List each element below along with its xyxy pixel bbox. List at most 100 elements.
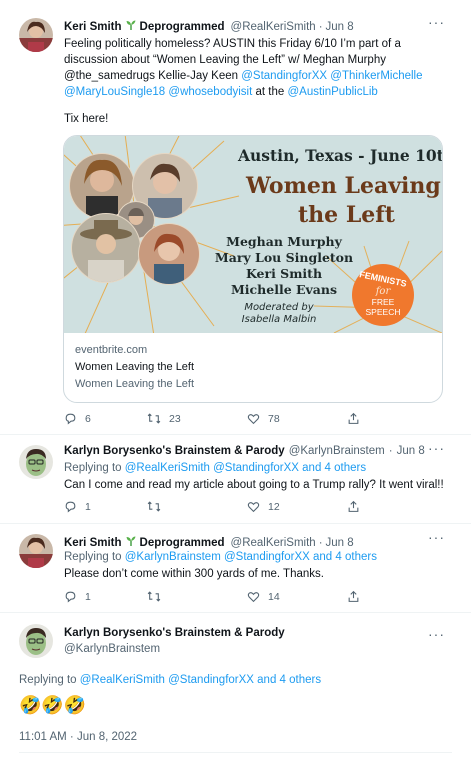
avatar[interactable] xyxy=(19,534,53,568)
like-icon xyxy=(247,414,260,425)
author-name[interactable]: Keri Smith xyxy=(64,537,122,549)
speaker-name: Meghan Murphy xyxy=(226,234,342,249)
link-card[interactable]: Austin, Texas - June 10th Women Leaving … xyxy=(63,135,443,403)
more-icon[interactable]: ··· xyxy=(428,529,445,545)
reply-count: 6 xyxy=(85,412,91,425)
banner-moderated: Moderated by Isabella Malbin xyxy=(204,302,354,326)
replying-to-link[interactable]: @RealKeriSmith @StandingforXX and 4 othe… xyxy=(80,674,321,686)
replying-to: Replying to @RealKeriSmith @StandingforX… xyxy=(19,672,321,688)
tweet-divider xyxy=(19,752,452,753)
reply-button[interactable]: 1 xyxy=(64,590,139,603)
replying-prefix: Replying to xyxy=(64,462,122,474)
tweet-text: Please don’t come within 300 yards of me… xyxy=(64,568,324,580)
mention-link[interactable]: @ThinkerMichelle xyxy=(330,70,422,82)
replying-prefix: Replying to xyxy=(64,551,122,563)
replying-to: Replying to @RealKeriSmith @StandingforX… xyxy=(64,460,366,476)
moderator-name: Isabella Malbin xyxy=(241,314,317,325)
dot-separator: · xyxy=(388,445,393,457)
share-icon xyxy=(348,590,359,602)
replying-to: Replying to @KarlynBrainstem @Standingfo… xyxy=(64,549,377,565)
retweet-button[interactable]: 23 xyxy=(147,412,247,425)
more-icon[interactable]: ··· xyxy=(428,14,445,30)
mention-link[interactable]: @MaryLouSingle18 xyxy=(64,86,165,98)
banner-location: Austin, Texas - June 10th xyxy=(238,146,442,165)
like-button[interactable]: 78 xyxy=(247,412,347,425)
like-button[interactable]: 12 xyxy=(247,500,347,513)
moderated-by-label: Moderated by xyxy=(244,302,314,313)
mention-link[interactable]: @StandingforXX xyxy=(241,70,327,82)
share-button[interactable] xyxy=(347,412,360,425)
badge-for-text: for xyxy=(375,286,391,297)
like-icon xyxy=(247,592,260,603)
card-description: Women Leaving the Left xyxy=(75,378,195,390)
speaker-name: Keri Smith xyxy=(245,266,323,281)
tweet-date[interactable]: Jun 8 xyxy=(397,445,425,457)
avatar[interactable] xyxy=(19,18,53,52)
author-handle[interactable]: @RealKeriSmith xyxy=(231,537,316,549)
author-name[interactable]: Keri Smith xyxy=(64,21,122,33)
speaker-name: Michelle Evans xyxy=(230,282,338,297)
tweet-date[interactable]: Jun 8 xyxy=(326,537,354,549)
replying-to-link[interactable]: @KarlynBrainstem @StandingforXX and 4 ot… xyxy=(125,551,377,563)
card-title: Women Leaving the Left xyxy=(75,361,195,373)
dot-separator: · xyxy=(318,20,323,33)
feminists-badge: FEMINISTS for FREE SPEECH xyxy=(352,264,414,326)
share-icon xyxy=(348,412,359,424)
tweet-timestamp[interactable]: 11:01 AM · Jun 8, 2022 xyxy=(19,731,137,743)
author-handle[interactable]: @KarlynBrainstem xyxy=(289,445,385,457)
avatar-image xyxy=(19,18,53,52)
retweet-icon xyxy=(147,413,161,424)
reply-button[interactable]: 6 xyxy=(64,412,139,425)
like-count: 78 xyxy=(268,412,280,425)
card-banner-image: Austin, Texas - June 10th Women Leaving … xyxy=(64,136,442,333)
tweet-date[interactable]: Jun 8 xyxy=(326,21,354,33)
banner-speakers: Meghan Murphy Mary Lou Singleton Keri Sm… xyxy=(204,234,364,298)
mention-link[interactable]: @AustinPublicLib xyxy=(288,86,378,98)
retweet-button[interactable] xyxy=(147,590,247,603)
author-name[interactable]: Karlyn Borysenko's Brainstem & Parody xyxy=(64,445,285,457)
more-icon[interactable]: ··· xyxy=(428,440,445,456)
like-count: 12 xyxy=(268,500,280,513)
tweet-text-line: Feeling politically homeless? AUSTIN thi… xyxy=(64,38,401,50)
tweet-text-line: discussion about “Women Leaving the Left… xyxy=(64,54,386,66)
banner-title-line2: the Left xyxy=(298,202,395,228)
author-name[interactable]: Karlyn Borysenko's Brainstem & Parody xyxy=(64,627,285,639)
replying-prefix: Replying to xyxy=(19,674,77,686)
badge-bottom-text1: FREE xyxy=(371,297,395,307)
replying-to-link[interactable]: @RealKeriSmith @StandingforXX and 4 othe… xyxy=(125,462,366,474)
seedling-icon xyxy=(125,19,137,34)
retweet-icon xyxy=(147,591,161,602)
like-icon xyxy=(247,502,260,513)
mention-link[interactable]: @whosebodyisit xyxy=(168,86,252,98)
avatar[interactable] xyxy=(19,624,53,658)
at-the-text: at the xyxy=(255,86,285,98)
reply-count: 1 xyxy=(85,500,91,513)
reply-icon xyxy=(65,413,76,425)
tweet-divider xyxy=(0,612,471,613)
avatar-image xyxy=(19,445,53,479)
dot-separator: · xyxy=(318,537,323,549)
author-handle[interactable]: @KarlynBrainstem xyxy=(64,643,160,655)
reply-icon xyxy=(65,501,76,513)
tweet-divider xyxy=(0,434,471,435)
more-icon[interactable]: ··· xyxy=(428,626,445,642)
like-count: 14 xyxy=(268,590,280,603)
like-button[interactable]: 14 xyxy=(247,590,347,603)
tweet-text: 🤣🤣🤣 xyxy=(19,695,87,715)
retweet-icon xyxy=(147,501,161,512)
speaker-name: Mary Lou Singleton xyxy=(214,250,354,265)
author-handle[interactable]: @RealKeriSmith xyxy=(231,21,316,33)
share-icon xyxy=(348,500,359,512)
reply-button[interactable]: 1 xyxy=(64,500,139,513)
share-button[interactable] xyxy=(347,590,360,603)
share-button[interactable] xyxy=(347,500,360,513)
reply-count: 1 xyxy=(85,590,91,603)
avatar-image xyxy=(19,624,53,658)
tweet-text: Can I come and read my article about goi… xyxy=(64,479,444,491)
reply-icon xyxy=(65,591,76,603)
author-badge: Deprogrammed xyxy=(139,20,225,33)
tweet-text: Feeling politically homeless? AUSTIN thi… xyxy=(64,36,456,100)
avatar[interactable] xyxy=(19,445,53,479)
tix-text: Tix here! xyxy=(64,113,109,125)
retweet-button[interactable] xyxy=(147,500,247,513)
